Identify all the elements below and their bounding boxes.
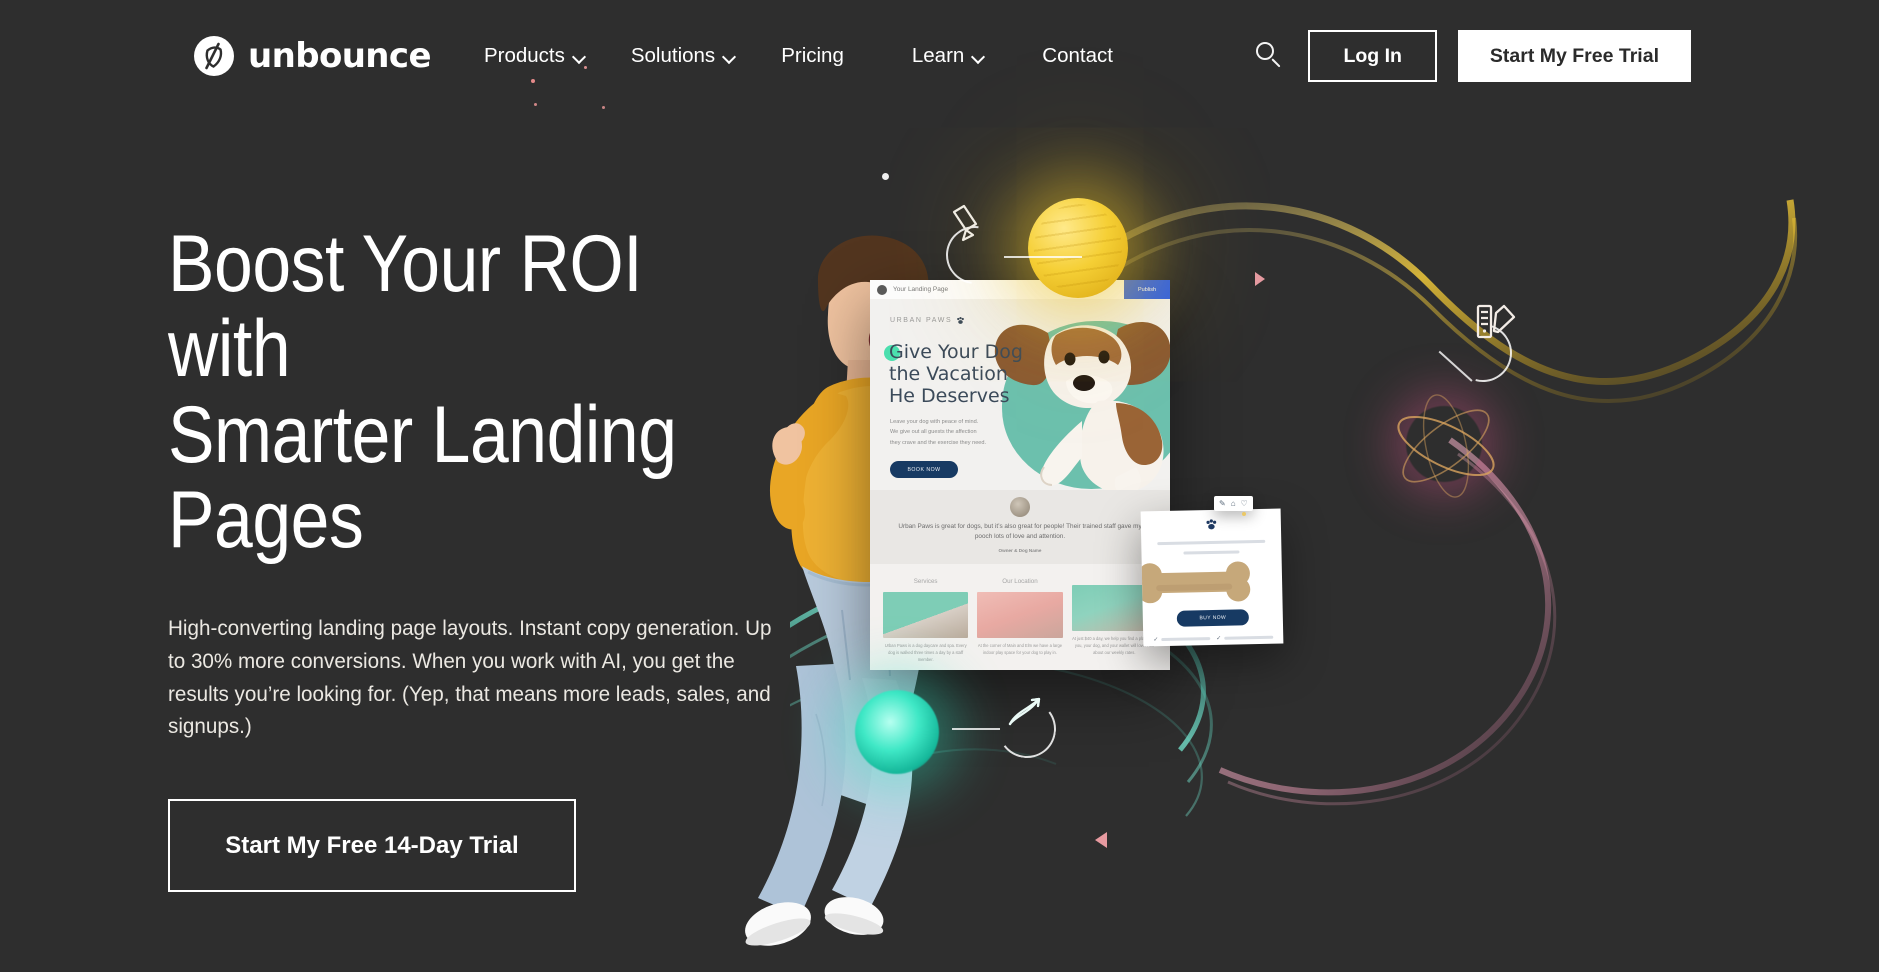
nav-item-label: Solutions <box>630 44 716 67</box>
pen-edit-icon <box>946 202 992 248</box>
mockup-column-title: Services <box>913 578 938 585</box>
feature-item: ✓ <box>1153 635 1211 644</box>
mockup-column: Services Urban Paws is a dog daycare and… <box>883 578 969 670</box>
login-button[interactable]: Log In <box>1308 30 1437 82</box>
mockup-testimonial-quote: Urban Paws is great for dogs, but it’s a… <box>898 523 1142 540</box>
ab-split-test-icon <box>1000 690 1046 736</box>
nav-item-label: Products <box>483 44 565 67</box>
start-free-trial-button[interactable]: Start My Free Trial <box>1457 30 1691 82</box>
product-card-mockup: BUY NOW ✓ ✓ <box>1140 508 1284 647</box>
nav-item-label: Learn <box>911 44 965 67</box>
product-card-buy-button[interactable]: BUY NOW <box>1176 609 1250 627</box>
brand-wordmark: unbounce <box>248 36 432 76</box>
placeholder-line <box>1157 539 1266 546</box>
search-icon-ring <box>1256 42 1275 60</box>
search-icon-handle <box>1271 58 1281 68</box>
mockup-browser-bar: Your Landing Page Publish <box>870 280 1170 299</box>
mockup-browser-label: Your Landing Page <box>893 286 949 293</box>
mockup-column-image <box>883 592 969 638</box>
product-card-feature-list: ✓ ✓ <box>1143 625 1283 644</box>
search-icon[interactable] <box>1253 39 1287 73</box>
home-icon[interactable]: ⌂ <box>1231 499 1236 508</box>
nav-item-label: Contact <box>1042 44 1113 67</box>
mockup-browser-dot-icon <box>877 284 887 295</box>
pen-icon[interactable]: ✎ <box>1219 499 1226 508</box>
nav-item-solutions[interactable]: Solutions <box>631 34 735 78</box>
decor-pink-orb-rings <box>1397 394 1495 498</box>
decor-dot <box>1242 512 1246 516</box>
main-navigation: unbounce Products Solutions Pricing Lear… <box>0 0 1879 112</box>
mockup-column-text: At the corner of Main and Elm we have a … <box>977 643 1063 655</box>
brand-logo[interactable]: unbounce <box>193 35 432 77</box>
mockup-brand-label: URBAN PAWS <box>890 316 965 325</box>
nav-item-label: Pricing <box>781 44 844 67</box>
badge-connector <box>952 728 1000 730</box>
nav-item-contact[interactable]: Contact <box>1042 34 1113 78</box>
landing-page-mockup: Your Landing Page Publish URBAN PAWS Giv… <box>870 280 1170 670</box>
mockup-column: Our Location At the corner of Main and E… <box>977 578 1063 670</box>
nav-item-products[interactable]: Products <box>484 34 585 78</box>
paw-print-icon <box>957 316 965 324</box>
feature-item: ✓ <box>1216 634 1274 642</box>
dog-bone-image <box>1140 559 1283 604</box>
page-title: Boost Your ROI with Smarter Landing Page… <box>168 219 677 566</box>
mockup-cta-button[interactable]: BOOK NOW <box>890 461 958 478</box>
mockup-testimonial: Urban Paws is great for dogs, but it’s a… <box>870 490 1170 564</box>
nav-actions: Log In Start My Free Trial <box>1253 30 1691 82</box>
hero-illustration: Your Landing Page Publish URBAN PAWS Giv… <box>745 110 1879 972</box>
decor-yellow-orb <box>1028 198 1128 298</box>
mockup-columns: Services Urban Paws is a dog daycare and… <box>870 564 1170 670</box>
unbounce-circle-logo-icon <box>193 35 235 77</box>
heart-icon[interactable]: ♡ <box>1241 499 1248 508</box>
product-card-toolbar[interactable]: ✎ ⌂ ♡ <box>1214 496 1253 511</box>
hero-page: unbounce Products Solutions Pricing Lear… <box>0 0 1879 972</box>
mockup-brand-text: URBAN PAWS <box>890 317 953 324</box>
mockup-publish-button[interactable]: Publish <box>1124 280 1170 299</box>
mockup-column-text: Urban Paws is a dog daycare and spa. Eve… <box>884 643 967 662</box>
hero-subcopy: High-converting landing page layouts. In… <box>168 615 772 739</box>
mockup-testimonial-attribution: Owner & Dog Name <box>998 547 1042 553</box>
chevron-down-icon <box>724 52 735 63</box>
hero-cta-button[interactable]: Start My Free 14-Day Trial <box>168 799 576 893</box>
check-icon: ✓ <box>1216 635 1222 642</box>
color-palette-icon <box>1472 300 1518 346</box>
check-icon: ✓ <box>1153 637 1159 644</box>
mockup-column-title: Our Location <box>1002 578 1038 585</box>
nav-item-learn[interactable]: Learn <box>912 34 984 78</box>
chevron-down-icon <box>973 52 984 63</box>
paw-print-icon <box>1141 509 1281 536</box>
mockup-column-image <box>977 592 1063 638</box>
decor-dot <box>882 173 889 180</box>
placeholder-line <box>1183 550 1240 555</box>
nav-item-pricing[interactable]: Pricing <box>781 34 844 78</box>
decor-triangle <box>1255 272 1265 286</box>
mockup-headline: Give Your Dog the Vacation He Deserves <box>889 341 1023 408</box>
avatar <box>1010 497 1030 517</box>
hero-copy-block: Boost Your ROI with Smarter Landing Page… <box>168 219 868 893</box>
chevron-down-icon <box>574 52 585 63</box>
mockup-hero-section: URBAN PAWS Give Your Dog the Vacation He… <box>870 299 1170 509</box>
mockup-paragraph: Leave your dog with peace of mind. We gi… <box>890 419 987 446</box>
nav-links: Products Solutions Pricing Learn Contact <box>484 34 1113 78</box>
decor-triangle <box>1095 832 1107 848</box>
badge-connector <box>1004 256 1082 258</box>
